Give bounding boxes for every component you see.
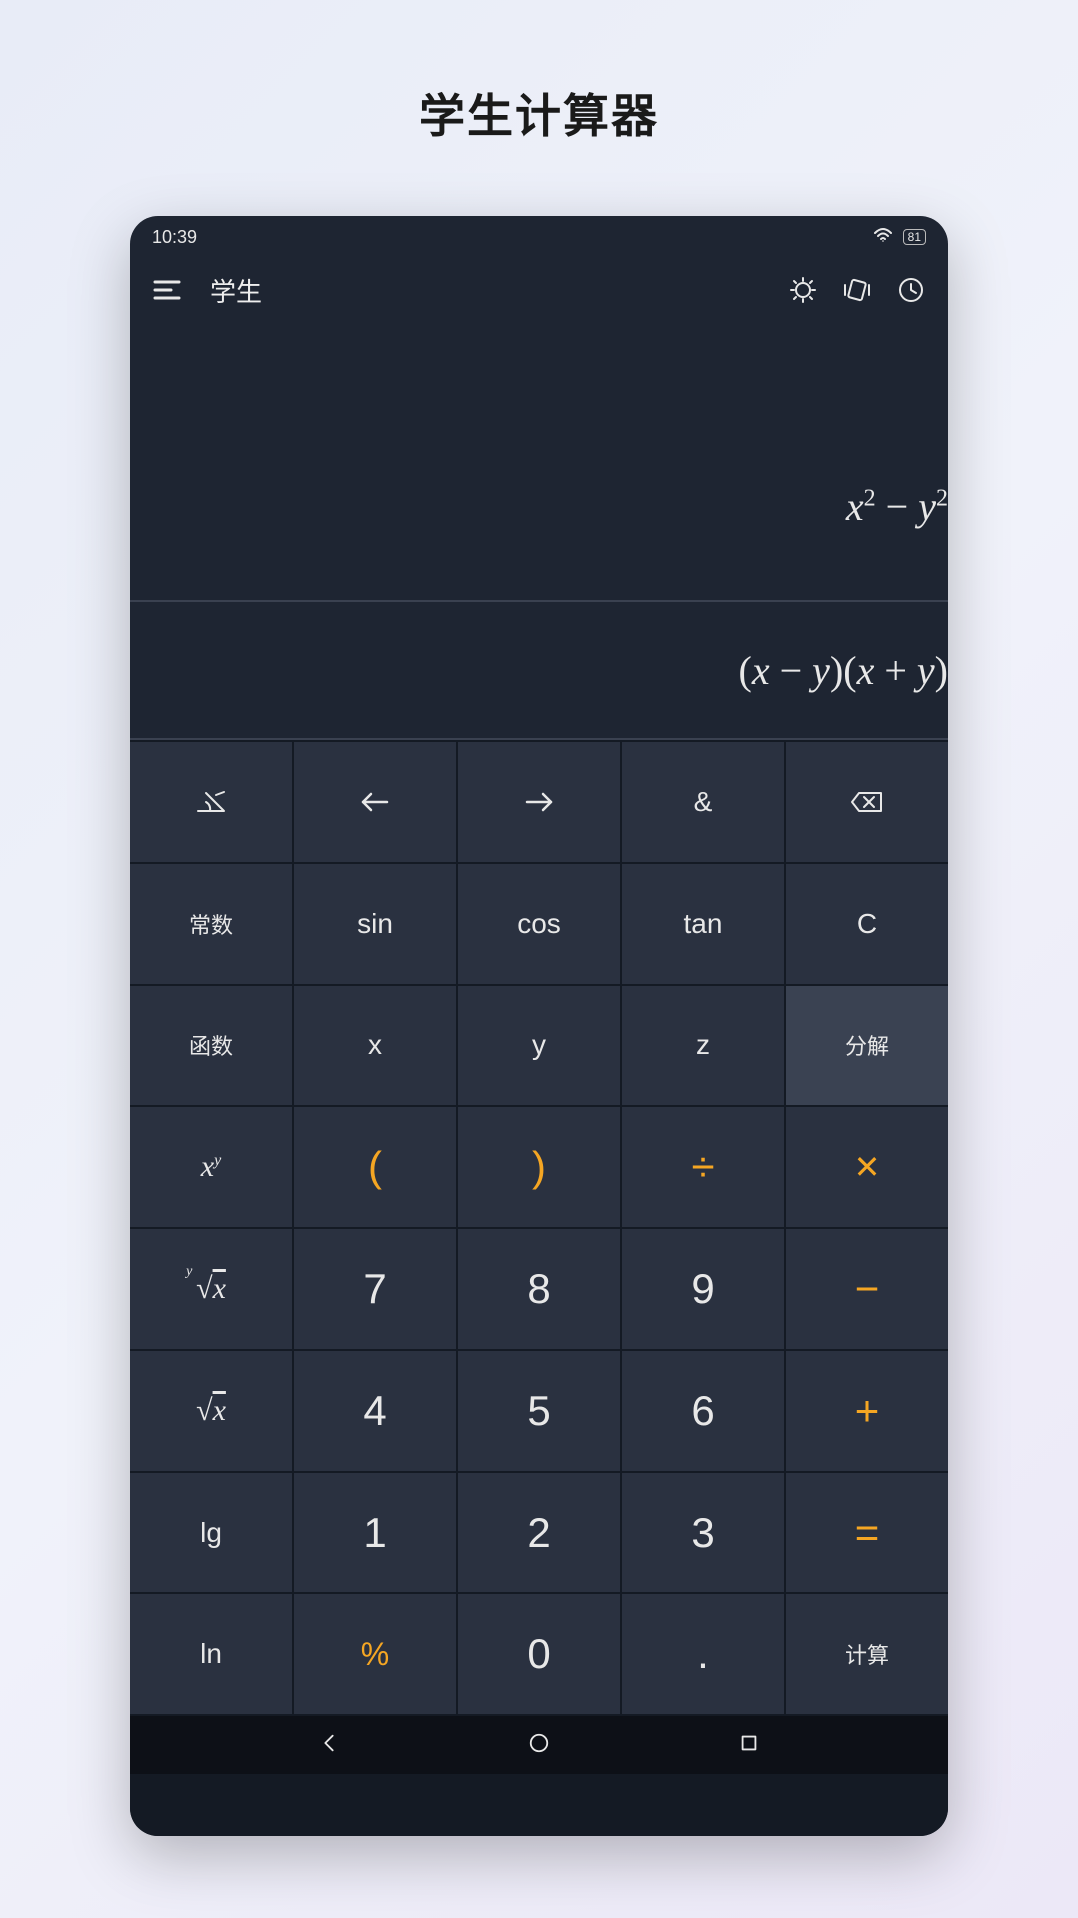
key-sqrt[interactable]: √x [130,1351,292,1471]
key-4[interactable]: 4 [294,1351,456,1471]
key-ampersand[interactable]: & [622,742,784,862]
key-2[interactable]: 2 [458,1473,620,1593]
key-6[interactable]: 6 [622,1351,784,1471]
app-bar: 学生 [130,258,948,322]
key-lg[interactable]: lg [130,1473,292,1593]
expression-display[interactable]: x2 − y2 [130,322,948,600]
key-factorize[interactable]: 分解 [786,986,948,1106]
theme-icon[interactable] [784,271,822,309]
key-dot[interactable]: . [622,1594,784,1714]
key-8[interactable]: 8 [458,1229,620,1349]
key-divide[interactable]: ÷ [622,1107,784,1227]
key-cos[interactable]: cos [458,864,620,984]
nav-recents-icon[interactable] [738,1732,760,1759]
key-5[interactable]: 5 [458,1351,620,1471]
page-title: 学生计算器 [419,80,659,146]
nav-back-icon[interactable] [318,1732,340,1759]
key-0[interactable]: 0 [458,1594,620,1714]
key-constants[interactable]: 常数 [130,864,292,984]
key-var-z[interactable]: z [622,986,784,1106]
status-time: 10:39 [152,227,197,248]
key-backspace[interactable] [786,742,948,862]
android-nav-bar [130,1716,948,1774]
status-bar: 10:39 81 [130,216,948,258]
key-minus[interactable]: − [786,1229,948,1349]
key-1[interactable]: 1 [294,1473,456,1593]
key-sin[interactable]: sin [294,864,456,984]
result-display: (x − y)(x + y) [130,600,948,740]
key-rparen[interactable]: ) [458,1107,620,1227]
key-7[interactable]: 7 [294,1229,456,1349]
display-area: x2 − y2 (x − y)(x + y) [130,322,948,740]
menu-icon[interactable] [148,271,186,309]
vibrate-icon[interactable] [838,271,876,309]
battery-indicator: 81 [903,229,926,245]
key-lparen[interactable]: ( [294,1107,456,1227]
key-compute[interactable]: 计算 [786,1594,948,1714]
key-clear[interactable]: C [786,864,948,984]
phone-frame: 10:39 81 学生 x2 − y2 (x − y [130,216,948,1836]
app-bar-title: 学生 [210,272,768,309]
key-3[interactable]: 3 [622,1473,784,1593]
wifi-icon [873,227,893,248]
key-percent[interactable]: % [294,1594,456,1714]
key-multiply[interactable]: ✕ [786,1107,948,1227]
nav-home-icon[interactable] [528,1732,550,1759]
key-cursor-right[interactable] [458,742,620,862]
keypad: & 常数 sin cos tan C 函数 x y z 分解 xy ( ) ÷ … [130,740,948,1836]
key-cursor-left[interactable] [294,742,456,862]
key-power[interactable]: xy [130,1107,292,1227]
history-icon[interactable] [892,271,930,309]
key-nth-root[interactable]: y √x [130,1229,292,1349]
key-9[interactable]: 9 [622,1229,784,1349]
key-equals[interactable]: = [786,1473,948,1593]
key-ln[interactable]: ln [130,1594,292,1714]
key-var-y[interactable]: y [458,986,620,1106]
key-plus[interactable]: + [786,1351,948,1471]
key-functions[interactable]: 函数 [130,986,292,1106]
key-var-x[interactable]: x [294,986,456,1106]
key-angle[interactable] [130,742,292,862]
key-tan[interactable]: tan [622,864,784,984]
